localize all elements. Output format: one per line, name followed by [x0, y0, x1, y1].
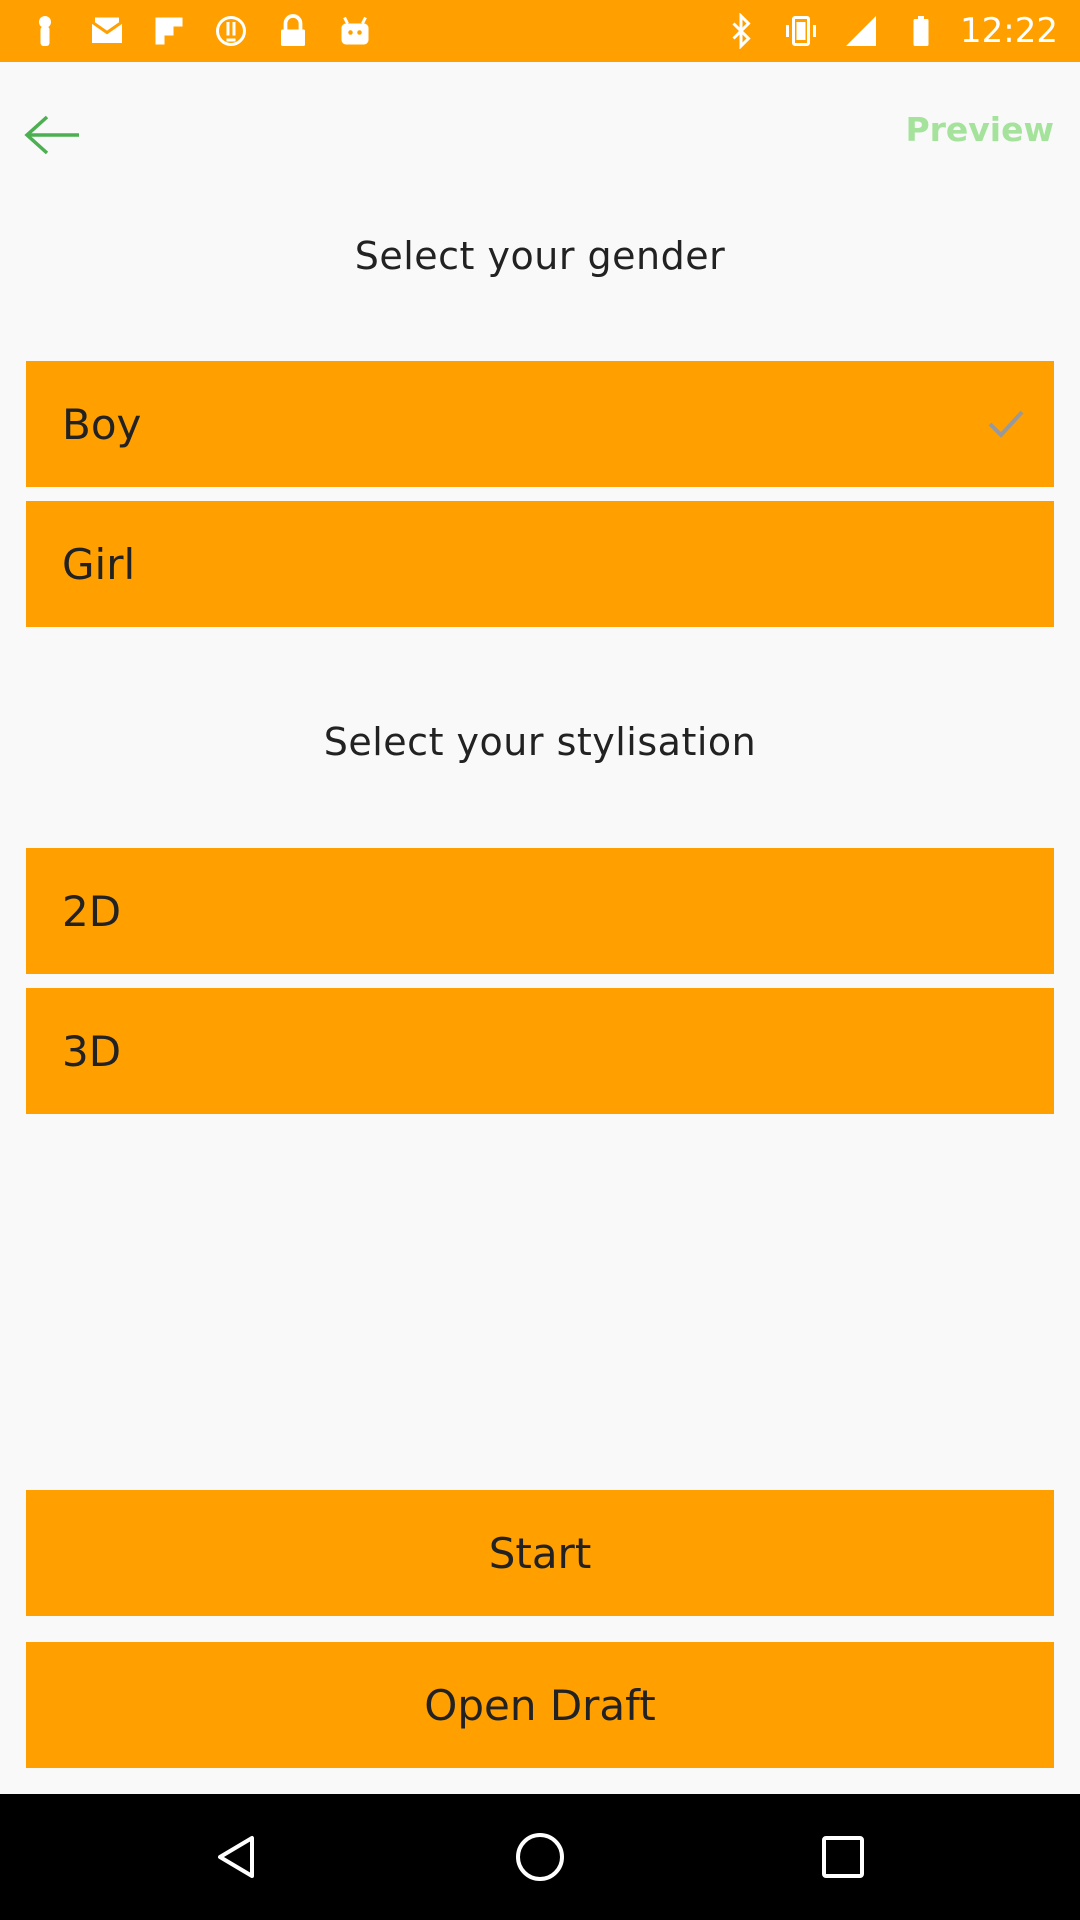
- recents-square-icon: [822, 1836, 864, 1878]
- nav-back-button[interactable]: [202, 1822, 272, 1892]
- vibrate-icon: [780, 10, 822, 52]
- status-bar: 12:22: [0, 0, 1080, 62]
- start-button[interactable]: Start: [26, 1490, 1054, 1616]
- preview-button[interactable]: Preview: [905, 110, 1054, 149]
- option-2d[interactable]: 2D: [26, 848, 1054, 974]
- option-label: Boy: [62, 399, 142, 449]
- status-icons-right: 12:22: [720, 0, 1058, 62]
- back-triangle-icon: [218, 1836, 254, 1878]
- nav-recents-button[interactable]: [808, 1822, 878, 1892]
- arrow-back-icon: [24, 115, 79, 155]
- open-draft-button[interactable]: Open Draft: [26, 1642, 1054, 1768]
- option-girl[interactable]: Girl: [26, 501, 1054, 627]
- notification-icon: [24, 10, 66, 52]
- gender-heading: Select your gender: [354, 234, 726, 278]
- stylisation-heading: Select your stylisation: [323, 720, 757, 764]
- start-button-label: Start: [488, 1528, 592, 1578]
- bluetooth-icon: [720, 10, 762, 52]
- option-3d[interactable]: 3D: [26, 988, 1054, 1114]
- back-button[interactable]: [22, 104, 84, 166]
- mail-icon: [86, 10, 128, 52]
- battery-icon: [900, 10, 942, 52]
- option-boy[interactable]: Boy: [26, 361, 1054, 487]
- nav-home-button[interactable]: [505, 1822, 575, 1892]
- lock-icon: [272, 10, 314, 52]
- check-icon: [988, 410, 1024, 438]
- status-clock: 12:22: [960, 11, 1058, 51]
- open-draft-button-label: Open Draft: [424, 1680, 656, 1730]
- signal-icon: [840, 10, 882, 52]
- navigation-bar: [0, 1794, 1080, 1920]
- status-icons-left: [24, 0, 376, 62]
- flipboard-icon: [148, 10, 190, 52]
- option-label: Girl: [62, 539, 136, 589]
- app-bar: Preview: [0, 62, 1080, 206]
- android-icon: [334, 10, 376, 52]
- alert-icon: [210, 10, 252, 52]
- home-circle-icon: [516, 1833, 564, 1881]
- option-label: 2D: [62, 886, 122, 936]
- option-label: 3D: [62, 1026, 122, 1076]
